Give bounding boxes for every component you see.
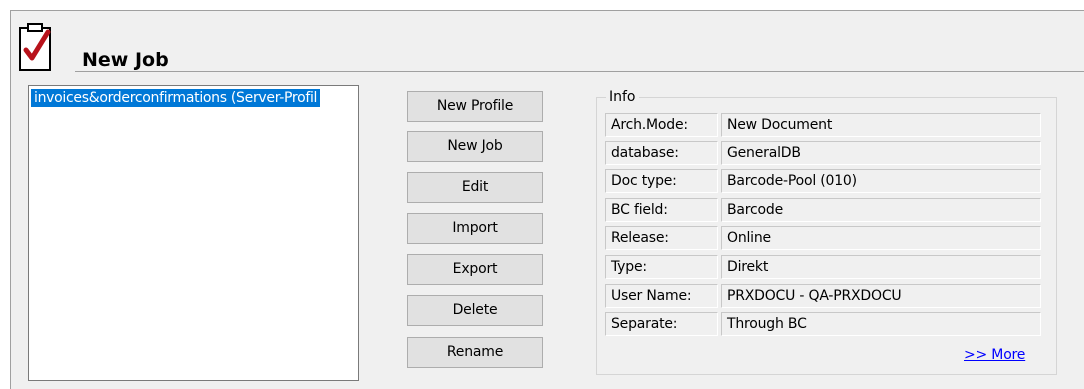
info-label: Type: [605, 255, 718, 279]
info-label: Arch.Mode: [605, 113, 718, 137]
info-value: GeneralDB [721, 141, 1041, 165]
info-label: User Name: [605, 284, 718, 308]
info-label: Doc type: [605, 169, 718, 193]
page-title: New Job [82, 49, 169, 71]
new-profile-button[interactable]: New Profile [407, 91, 543, 122]
info-value: PRXDOCU - QA-PRXDOCU [721, 284, 1041, 308]
header-divider [75, 71, 1084, 72]
info-label: Separate: [605, 312, 718, 336]
info-value: Through BC [721, 312, 1041, 336]
edit-button[interactable]: Edit [407, 172, 543, 203]
clipboard-check-icon [17, 22, 57, 74]
info-label: Release: [605, 226, 718, 250]
import-button[interactable]: Import [407, 213, 543, 244]
more-link[interactable]: >> More [964, 347, 1025, 363]
new-job-button[interactable]: New Job [407, 131, 543, 162]
info-groupbox-title: Info [606, 89, 639, 105]
delete-button[interactable]: Delete [407, 295, 543, 326]
info-value: Direkt [721, 255, 1041, 279]
rename-button[interactable]: Rename [407, 337, 543, 368]
export-button[interactable]: Export [407, 254, 543, 285]
job-list[interactable]: invoices&orderconfirmations (Server-Prof… [28, 85, 359, 381]
info-label: database: [605, 141, 718, 165]
list-item[interactable]: invoices&orderconfirmations (Server-Prof… [31, 89, 321, 107]
info-value: Online [721, 226, 1041, 250]
info-value: New Document [721, 113, 1041, 137]
info-label: BC field: [605, 198, 718, 222]
info-value: Barcode [721, 198, 1041, 222]
info-value: Barcode-Pool (010) [721, 169, 1041, 193]
